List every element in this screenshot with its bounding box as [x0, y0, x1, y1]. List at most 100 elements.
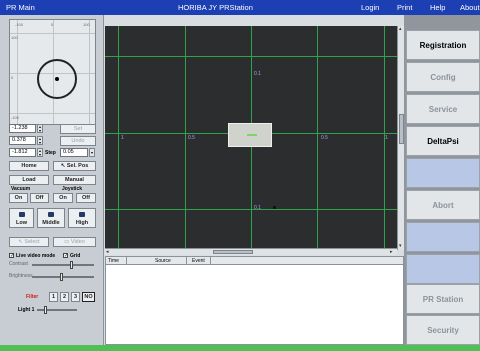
video-button[interactable]: ▭ Video	[53, 237, 96, 247]
grid-label: Grid	[70, 253, 81, 259]
horizontal-scroll-thumb[interactable]	[213, 250, 253, 254]
manual-button[interactable]: Manual	[53, 175, 96, 185]
contrast-slider[interactable]	[32, 264, 94, 266]
abort-button[interactable]: Abort	[406, 190, 480, 220]
x-spinner[interactable]: ▴ ▾	[37, 124, 43, 133]
event-log-table[interactable]: Time Source Event	[105, 256, 404, 345]
grid-label: 0.5	[321, 135, 328, 141]
grid-label: 1	[121, 135, 124, 141]
home-button[interactable]: Home	[9, 161, 49, 171]
grid-label: 0.1	[254, 205, 261, 211]
target-marker	[273, 206, 276, 209]
menu-login[interactable]: Login	[361, 3, 379, 12]
log-header: Time Source Event	[106, 257, 403, 265]
video-label: Video	[70, 239, 85, 245]
load-button[interactable]: Load	[9, 175, 49, 185]
light-slider[interactable]	[37, 309, 77, 311]
filter-1-button[interactable]: 1	[49, 292, 58, 302]
z-spinner[interactable]: ▴ ▾	[37, 148, 43, 157]
log-column-event[interactable]: Event	[192, 258, 205, 264]
minimap-gridline	[89, 20, 90, 124]
scroll-up-icon[interactable]: ▴	[399, 26, 402, 32]
minimap-tick: -100	[11, 115, 20, 120]
blank-nav-button[interactable]	[406, 254, 480, 284]
camera-viewport[interactable]: 0.1 1 0.5 0.5 1 0.1	[105, 26, 397, 248]
live-video-checkbox[interactable]: ✓	[9, 253, 14, 259]
light-label: Light 1	[18, 307, 35, 313]
y-spinner[interactable]: ▴ ▾	[37, 136, 43, 145]
config-button[interactable]: Config	[406, 62, 480, 92]
joystick-label: Joystick	[62, 186, 83, 192]
filter-3-button[interactable]: 3	[71, 292, 80, 302]
contrast-slider-thumb[interactable]	[70, 261, 73, 269]
grid-label: 0.5	[188, 135, 195, 141]
status-bar	[0, 345, 480, 351]
security-button[interactable]: Security	[406, 315, 480, 345]
camera-icon	[79, 212, 85, 217]
pr-station-button[interactable]: PR Station	[406, 284, 480, 314]
minimap-tick: 0	[51, 22, 54, 27]
brightness-label: Brightness	[9, 273, 33, 279]
camera-icon	[19, 212, 25, 217]
x-coordinate-field[interactable]: -1.238	[9, 124, 36, 133]
step-label: Step	[45, 150, 56, 156]
select-button[interactable]: ↖ Select	[9, 237, 49, 247]
z-coordinate-field[interactable]: -1.812	[9, 148, 36, 157]
undo-button[interactable]: Undo	[60, 136, 96, 146]
joystick-off-button[interactable]: Off	[76, 193, 96, 203]
column-divider[interactable]	[210, 257, 211, 265]
deltapsi-button[interactable]: DeltaPsi	[406, 126, 480, 156]
log-column-time[interactable]: Time	[108, 258, 119, 264]
viewport-vertical-scrollbar[interactable]: ▴ ▾	[397, 26, 404, 250]
objective-high-label: High	[75, 220, 89, 226]
set-button[interactable]: Set	[60, 124, 96, 134]
menu-print[interactable]: Print	[397, 3, 412, 12]
vacuum-off-button[interactable]: Off	[30, 193, 49, 203]
minimap-tick: -100	[15, 22, 24, 27]
scroll-left-icon[interactable]: ◂	[106, 249, 109, 255]
log-column-source[interactable]: Source	[155, 258, 171, 264]
filter-no-button[interactable]: NO	[82, 292, 95, 302]
region-of-interest[interactable]	[228, 123, 272, 147]
grid-line	[317, 26, 318, 248]
beam-spot	[247, 134, 257, 136]
sel-pos-button[interactable]: ↖ Sel. Pos	[53, 161, 96, 171]
menu-help[interactable]: Help	[430, 3, 445, 12]
stage-position-dot	[55, 77, 59, 81]
scroll-right-icon[interactable]: ▸	[390, 249, 393, 255]
column-divider[interactable]	[186, 257, 187, 265]
objective-low-button[interactable]: Low	[9, 208, 34, 228]
grid-line	[185, 26, 186, 248]
brightness-slider[interactable]	[32, 276, 94, 278]
minimap-tick: 100	[11, 35, 18, 40]
minimap-tick: 0	[11, 75, 14, 80]
menu-about[interactable]: About	[460, 3, 480, 12]
blank-nav-button[interactable]	[406, 222, 480, 252]
viewport-horizontal-scrollbar[interactable]: ◂ ▸	[105, 248, 397, 255]
objective-high-button[interactable]: High	[68, 208, 96, 228]
registration-button[interactable]: Registration	[406, 30, 480, 60]
scroll-down-icon[interactable]: ▾	[399, 243, 402, 249]
right-nav-panel: Registration Config Service DeltaPsi Abo…	[404, 15, 480, 345]
brightness-slider-thumb[interactable]	[60, 273, 63, 281]
chevron-down-icon[interactable]: ▾	[89, 148, 95, 157]
minimap-tick: 100	[83, 22, 90, 27]
blank-nav-button[interactable]	[406, 158, 480, 188]
stage-minimap[interactable]: -100 0 100 100 0 -100	[9, 19, 96, 125]
joystick-on-button[interactable]: On	[53, 193, 73, 203]
grid-label: 1	[385, 135, 388, 141]
grid-line	[118, 26, 119, 248]
objective-low-label: Low	[16, 220, 27, 226]
step-select[interactable]: 0.05	[60, 148, 88, 157]
service-button[interactable]: Service	[406, 94, 480, 124]
grid-checkbox[interactable]: ✓	[63, 253, 68, 259]
vacuum-on-button[interactable]: On	[9, 193, 28, 203]
title-bar: PR Main HORIBA JY PRStation Login Print …	[0, 0, 480, 15]
y-coordinate-field[interactable]: 0.378	[9, 136, 36, 145]
light-slider-thumb[interactable]	[44, 306, 47, 314]
filter-2-button[interactable]: 2	[60, 292, 69, 302]
left-control-panel: -100 0 100 100 0 -100 -1.238 ▴ ▾ Set 0.37…	[0, 15, 104, 345]
objective-middle-button[interactable]: Middle	[37, 208, 65, 228]
column-divider[interactable]	[126, 257, 127, 265]
window-title: HORIBA JY PRStation	[178, 3, 253, 12]
